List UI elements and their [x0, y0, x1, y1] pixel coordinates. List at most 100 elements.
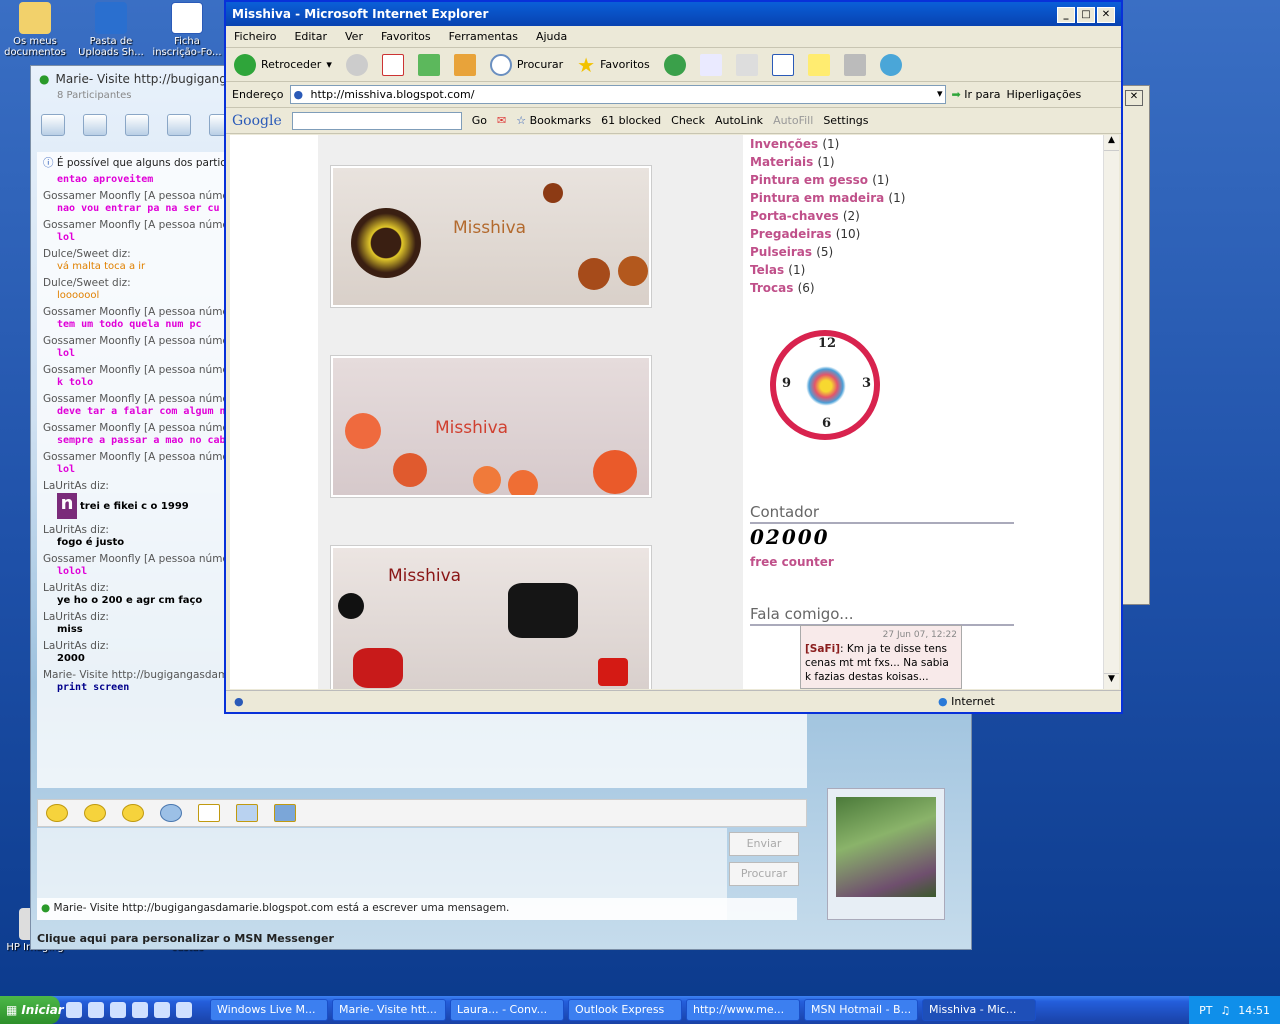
back-button[interactable]: Retroceder ▾: [234, 53, 332, 76]
menu-editar[interactable]: Editar: [294, 30, 327, 43]
links-button[interactable]: Hiperligações: [1006, 88, 1081, 101]
photo-watermark: Misshiva: [435, 418, 509, 438]
msn-buddy-icon: ●: [39, 72, 50, 86]
note-icon[interactable]: [807, 53, 830, 76]
stop-icon[interactable]: [381, 53, 404, 76]
wink-icon[interactable]: [84, 804, 106, 822]
go-button[interactable]: ➡ Ir para: [952, 88, 1001, 101]
invite-contact-icon[interactable]: [41, 114, 65, 136]
address-input[interactable]: ● http://misshiva.blogspot.com/ ▾: [289, 85, 946, 104]
customize-messenger-link[interactable]: Clique aqui para personalizar o MSN Mess…: [37, 932, 334, 945]
spellcheck-button[interactable]: Check: [671, 114, 705, 127]
font-icon[interactable]: [198, 804, 220, 822]
menu-ficheiro[interactable]: Ficheiro: [234, 30, 276, 43]
clock-widget[interactable]: 12 3 6 9: [770, 330, 880, 440]
send-button[interactable]: Enviar: [729, 832, 799, 856]
menu-ver[interactable]: Ver: [345, 30, 363, 43]
category-link[interactable]: Trocas (6): [750, 279, 1030, 297]
task-laura-chat[interactable]: Laura... - Conv...: [450, 999, 564, 1021]
close-icon[interactable]: ✕: [1097, 6, 1115, 23]
category-link[interactable]: Materiais (1): [750, 153, 1030, 171]
refresh-icon[interactable]: [417, 53, 440, 76]
messenger-icon[interactable]: [879, 53, 902, 76]
clock[interactable]: 14:51: [1238, 1004, 1270, 1017]
task-misshiva[interactable]: Misshiva - Mic...: [922, 999, 1036, 1021]
autolink-button[interactable]: AutoLink: [715, 114, 763, 127]
webcam-icon[interactable]: [125, 114, 149, 136]
menu-favoritos[interactable]: Favoritos: [381, 30, 431, 43]
mail-icon[interactable]: [699, 53, 722, 76]
chevron-down-icon[interactable]: ▾: [937, 87, 943, 100]
msn-toolbar: [41, 114, 233, 136]
category-link[interactable]: Pulseiras (5): [750, 243, 1030, 261]
ink-icon[interactable]: [274, 804, 296, 822]
send-files-icon[interactable]: [83, 114, 107, 136]
forward-arrow-icon[interactable]: [345, 53, 368, 76]
bookmarks-button[interactable]: ☆ Bookmarks: [516, 114, 591, 127]
nudge-icon[interactable]: [122, 804, 144, 822]
explorer-quicklaunch-icon[interactable]: [110, 1002, 126, 1018]
desktop-icon-my-documents[interactable]: Os meus documentos: [0, 2, 70, 58]
menu-ajuda[interactable]: Ajuda: [536, 30, 567, 43]
desktop-icon-ficha[interactable]: Ficha inscrição-Fo...: [152, 2, 222, 58]
search-button[interactable]: Procurar: [729, 862, 799, 886]
shoutbox[interactable]: 27 Jun 07, 12:22 [SaFi]: Km ja te disse …: [800, 625, 962, 689]
category-link[interactable]: Telas (1): [750, 261, 1030, 279]
task-outlook[interactable]: Outlook Express: [568, 999, 682, 1021]
word-quicklaunch-icon[interactable]: [176, 1002, 192, 1018]
display-picture[interactable]: [827, 788, 945, 920]
necklace-photo-2[interactable]: Misshiva: [330, 355, 652, 498]
folder-icon: [19, 2, 51, 34]
task-browser-1[interactable]: http://www.me...: [686, 999, 800, 1021]
ie-quicklaunch-icon[interactable]: [66, 1002, 82, 1018]
research-icon[interactable]: [843, 53, 866, 76]
excel-quicklaunch-icon[interactable]: [154, 1002, 170, 1018]
voice-clip-icon[interactable]: [160, 804, 182, 822]
background-icon[interactable]: [236, 804, 258, 822]
history-icon[interactable]: [663, 53, 686, 76]
print-icon[interactable]: [735, 53, 758, 76]
autofill-button[interactable]: AutoFill: [773, 114, 813, 127]
settings-button[interactable]: Settings: [823, 114, 868, 127]
google-go-button[interactable]: Go: [472, 114, 487, 127]
ie-window-title: Misshiva - Microsoft Internet Explorer: [232, 7, 489, 21]
close-icon[interactable]: ✕: [1125, 90, 1143, 106]
search-button[interactable]: Procurar: [489, 53, 563, 76]
task-windows-live[interactable]: Windows Live M...: [210, 999, 328, 1021]
minimize-icon[interactable]: _: [1057, 6, 1075, 23]
scroll-up-icon[interactable]: ▲: [1104, 135, 1119, 151]
clock-number: 9: [782, 376, 792, 391]
home-icon[interactable]: [453, 53, 476, 76]
call-icon[interactable]: [167, 114, 191, 136]
menu-ferramentas[interactable]: Ferramentas: [449, 30, 518, 43]
ie-title-bar[interactable]: Misshiva - Microsoft Internet Explorer _…: [226, 2, 1121, 26]
language-indicator[interactable]: PT: [1199, 1004, 1212, 1017]
background-window[interactable]: ✕: [1120, 85, 1150, 605]
necklace-photo-1[interactable]: Misshiva: [330, 165, 652, 308]
category-link[interactable]: Pregadeiras (10): [750, 225, 1030, 243]
free-counter-link[interactable]: free counter: [750, 555, 834, 569]
necklace-photo-3[interactable]: Misshiva: [330, 545, 652, 689]
category-link[interactable]: Porta-chaves (2): [750, 207, 1030, 225]
volume-icon[interactable]: ♫: [1220, 1004, 1230, 1017]
task-marie-chat[interactable]: Marie- Visite htt...: [332, 999, 446, 1021]
emoticon-icon[interactable]: [46, 804, 68, 822]
start-button[interactable]: ▦ Iniciar: [0, 996, 64, 1024]
category-link[interactable]: Pintura em gesso (1): [750, 171, 1030, 189]
edit-icon[interactable]: [771, 53, 794, 76]
gmail-icon[interactable]: ✉: [497, 114, 506, 127]
media-quicklaunch-icon[interactable]: [132, 1002, 148, 1018]
page-content[interactable]: Misshiva Misshiva Misshiva Invenções (1)…: [230, 135, 1105, 689]
vertical-scrollbar[interactable]: ▲ ▼: [1103, 135, 1119, 689]
desktop-icon-uploads[interactable]: Pasta de Uploads Sh...: [76, 2, 146, 58]
popup-blocker[interactable]: 61 blocked: [601, 114, 661, 127]
messenger-quicklaunch-icon[interactable]: [88, 1002, 104, 1018]
scroll-down-icon[interactable]: ▼: [1104, 673, 1119, 689]
favorites-button[interactable]: ★ Favoritos: [577, 53, 650, 77]
maximize-icon[interactable]: □: [1077, 6, 1095, 23]
google-search-input[interactable]: [291, 111, 462, 130]
category-link[interactable]: Invenções (1): [750, 135, 1030, 153]
task-hotmail[interactable]: MSN Hotmail - B...: [804, 999, 918, 1021]
internet-explorer-window[interactable]: Misshiva - Microsoft Internet Explorer _…: [224, 0, 1123, 714]
category-link[interactable]: Pintura em madeira (1): [750, 189, 1030, 207]
